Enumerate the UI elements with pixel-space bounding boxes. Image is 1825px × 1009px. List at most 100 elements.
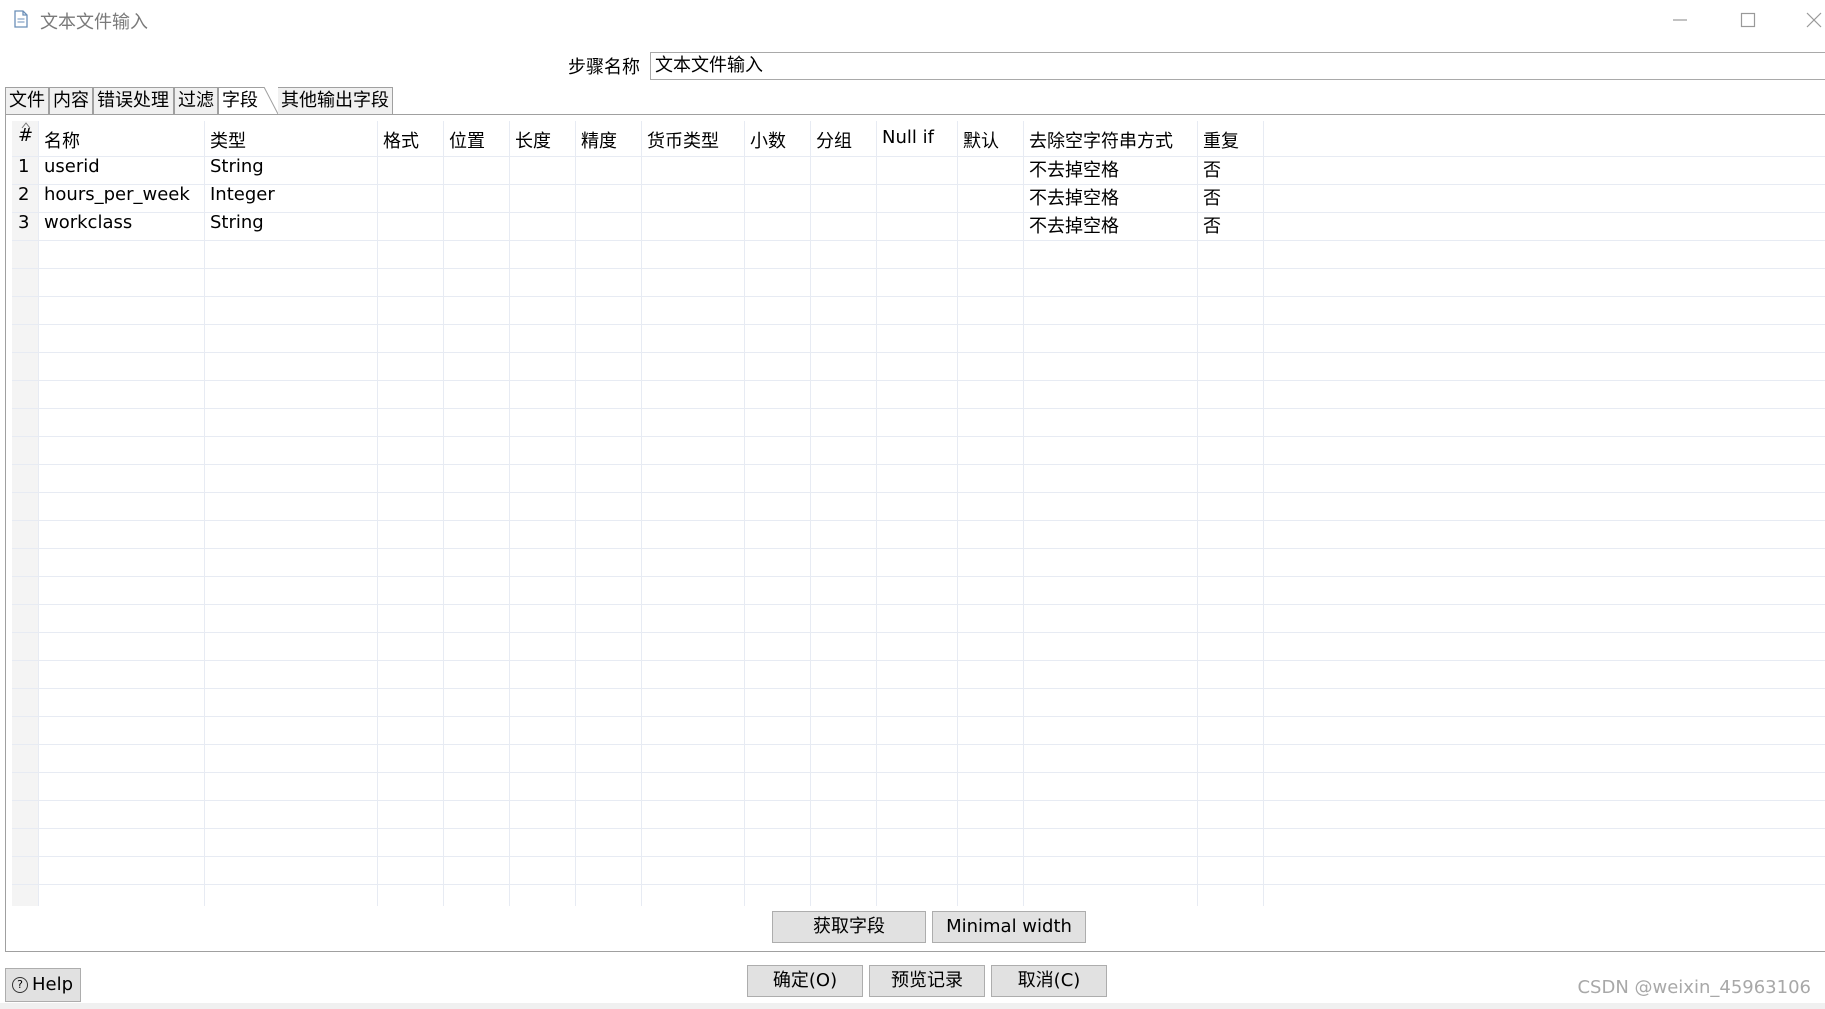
grid-line <box>12 716 1825 717</box>
window-title: 文本文件输入 <box>40 12 148 33</box>
tab-filter[interactable]: 过滤 <box>174 87 218 114</box>
column-header-type[interactable]: 类型 <box>210 127 246 153</box>
column-header-precision[interactable]: 精度 <box>581 127 617 153</box>
grid-line <box>12 240 1825 241</box>
grid-line <box>744 121 745 906</box>
grid-line <box>12 352 1825 353</box>
grid-line <box>957 121 958 906</box>
grid-line <box>12 576 1825 577</box>
document-icon <box>14 10 28 28</box>
grid-line <box>204 121 205 906</box>
grid-line <box>12 296 1825 297</box>
field-name-cell[interactable]: userid <box>44 156 100 177</box>
grid-line <box>12 380 1825 381</box>
fields-table[interactable]: # 名称 类型 格式 位置 长度 精度 货币类型 小数 分组 Null if 默… <box>12 121 1825 906</box>
grid-line <box>641 121 642 906</box>
maximize-icon <box>1740 12 1756 28</box>
column-header-format[interactable]: 格式 <box>383 127 419 153</box>
minimize-icon <box>1673 19 1687 21</box>
help-button[interactable]: ? Help <box>5 968 81 1002</box>
grid-line <box>12 884 1825 885</box>
field-type-cell[interactable]: String <box>210 212 264 233</box>
grid-line <box>12 492 1825 493</box>
title-bar: 文本文件输入 <box>0 0 1825 40</box>
grid-line <box>12 548 1825 549</box>
ok-button[interactable]: 确定(O) <box>747 965 863 997</box>
row-number: 3 <box>18 212 30 233</box>
grid-line <box>12 800 1825 801</box>
grid-line <box>12 212 1825 213</box>
field-repeat-cell[interactable]: 否 <box>1203 184 1221 210</box>
row-number-column <box>12 121 38 906</box>
grid-line <box>12 744 1825 745</box>
grid-line <box>12 772 1825 773</box>
help-icon: ? <box>12 977 28 993</box>
column-header-position[interactable]: 位置 <box>449 127 485 153</box>
column-header-trim-type[interactable]: 去除空字符串方式 <box>1029 127 1173 153</box>
grid-line <box>12 464 1825 465</box>
column-header-currency[interactable]: 货币类型 <box>647 127 719 153</box>
grid-line <box>1263 121 1264 906</box>
column-header-number[interactable]: # <box>18 125 33 146</box>
field-trim-cell[interactable]: 不去掉空格 <box>1029 156 1119 182</box>
grid-line <box>12 408 1825 409</box>
minimize-button[interactable] <box>1650 0 1710 40</box>
column-header-default[interactable]: 默认 <box>963 127 999 153</box>
tab-content[interactable]: 内容 <box>49 87 93 114</box>
watermark: CSDN @weixin_45963106 <box>1577 977 1811 998</box>
field-trim-cell[interactable]: 不去掉空格 <box>1029 212 1119 238</box>
tab-file[interactable]: 文件 <box>5 87 49 114</box>
field-name-cell[interactable]: workclass <box>44 212 132 233</box>
minimal-width-button[interactable]: Minimal width <box>932 911 1086 943</box>
grid-line <box>1023 121 1024 906</box>
grid-line <box>12 520 1825 521</box>
grid-line <box>12 324 1825 325</box>
bottom-strip <box>0 1003 1825 1009</box>
grid-line <box>12 828 1825 829</box>
column-header-group[interactable]: 分组 <box>816 127 852 153</box>
step-name-input[interactable]: 文本文件输入 <box>650 52 1825 80</box>
field-repeat-cell[interactable]: 否 <box>1203 156 1221 182</box>
grid-line <box>38 121 39 906</box>
get-fields-button[interactable]: 获取字段 <box>772 911 926 943</box>
step-name-label: 步骤名称 <box>568 57 640 78</box>
grid-line <box>1197 121 1198 906</box>
row-number: 1 <box>18 156 30 177</box>
row-number: 2 <box>18 184 30 205</box>
grid-line <box>876 121 877 906</box>
grid-line <box>443 121 444 906</box>
grid-line <box>810 121 811 906</box>
tab-bar: 文件 内容 错误处理 过滤 字段 其他输出字段 <box>5 87 1825 115</box>
maximize-button[interactable] <box>1718 0 1778 40</box>
tab-error-handling[interactable]: 错误处理 <box>93 87 174 114</box>
cancel-button[interactable]: 取消(C) <box>991 965 1107 997</box>
grid-line <box>12 856 1825 857</box>
column-header-length[interactable]: 长度 <box>515 127 551 153</box>
grid-line <box>509 121 510 906</box>
column-header-null-if[interactable]: Null if <box>882 127 934 148</box>
field-repeat-cell[interactable]: 否 <box>1203 212 1221 238</box>
tab-fields[interactable]: 字段 <box>218 87 264 115</box>
tab-other-output-fields[interactable]: 其他输出字段 <box>278 87 393 114</box>
grid-line <box>12 632 1825 633</box>
grid-line <box>12 604 1825 605</box>
field-trim-cell[interactable]: 不去掉空格 <box>1029 184 1119 210</box>
grid-line <box>12 184 1825 185</box>
grid-line <box>575 121 576 906</box>
help-label: Help <box>32 974 74 995</box>
tab-corner-decoration <box>264 87 278 115</box>
preview-button[interactable]: 预览记录 <box>869 965 985 997</box>
grid-line <box>12 688 1825 689</box>
column-header-name[interactable]: 名称 <box>44 127 80 153</box>
column-header-repeat[interactable]: 重复 <box>1203 127 1239 153</box>
field-type-cell[interactable]: String <box>210 156 264 177</box>
grid-line <box>377 121 378 906</box>
grid-line <box>12 660 1825 661</box>
close-button[interactable] <box>1785 0 1825 40</box>
grid-line <box>12 156 1825 157</box>
column-header-decimal[interactable]: 小数 <box>750 127 786 153</box>
close-icon <box>1806 12 1822 28</box>
field-name-cell[interactable]: hours_per_week <box>44 184 190 205</box>
grid-line <box>12 436 1825 437</box>
field-type-cell[interactable]: Integer <box>210 184 275 205</box>
